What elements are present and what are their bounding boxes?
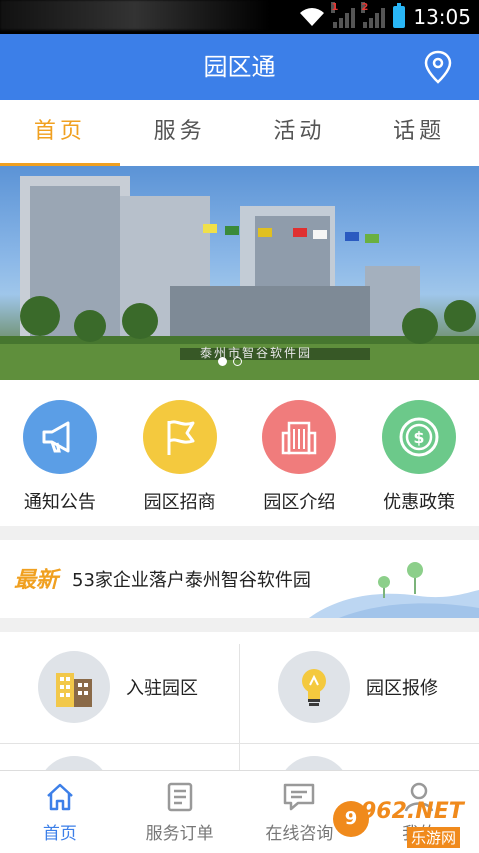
- service-label: 园区报修: [366, 678, 438, 699]
- quick-link-investment[interactable]: 园区招商: [120, 380, 240, 526]
- carousel-indicator: [218, 357, 242, 366]
- nav-home[interactable]: 首页: [0, 771, 120, 853]
- signal-sim2-icon: 2: [361, 2, 386, 28]
- flag-icon: [142, 400, 217, 474]
- notification-area: [0, 0, 270, 30]
- quick-link-label: 通知公告: [23, 492, 96, 513]
- quick-link-label: 园区介绍: [263, 492, 336, 513]
- quick-link-label: 园区招商: [143, 492, 216, 513]
- tab-activities[interactable]: 活动: [240, 100, 360, 166]
- nav-label: 首页: [42, 824, 77, 844]
- tab-topics[interactable]: 话题: [359, 100, 479, 166]
- megaphone-icon: [22, 400, 97, 474]
- quick-link-policy[interactable]: $ 优惠政策: [359, 380, 479, 526]
- service-grid: 入驻园区 园区报修: [0, 632, 479, 796]
- order-icon: [167, 782, 192, 812]
- battery-icon: [393, 3, 406, 28]
- nav-orders[interactable]: 服务订单: [120, 771, 240, 853]
- home-icon: [47, 783, 73, 811]
- status-time: 13:05: [413, 5, 471, 29]
- wifi-icon: [300, 8, 325, 26]
- banner-carousel[interactable]: 泰州市智谷软件园: [0, 166, 479, 380]
- grid-divider: [0, 743, 479, 744]
- sim1-badge: 1: [331, 2, 339, 13]
- carousel-dot[interactable]: [233, 357, 242, 366]
- banner-sign-text: 泰州市智谷软件园: [200, 346, 313, 360]
- service-enter-park[interactable]: 入驻园区: [0, 632, 239, 742]
- page-title: 园区通: [203, 53, 276, 81]
- nav-label: 服务订单: [145, 824, 214, 844]
- signal-sim1-icon: 1: [331, 2, 356, 28]
- carousel-dot[interactable]: [218, 357, 227, 366]
- tab-services[interactable]: 服务: [120, 100, 240, 166]
- watermark-logo: 9 962.NET 乐游网: [333, 799, 473, 849]
- watermark-text-bottom: 乐游网: [407, 827, 461, 848]
- service-repair[interactable]: 园区报修: [240, 632, 479, 742]
- coin-icon: $: [382, 400, 457, 474]
- building-icon: [262, 400, 337, 474]
- quick-link-label: 优惠政策: [383, 492, 456, 513]
- news-headline[interactable]: 53家企业落户泰州智谷软件园: [72, 566, 311, 592]
- svg-text:$: $: [414, 428, 425, 447]
- quick-link-intro[interactable]: 园区介绍: [240, 380, 360, 526]
- service-label: 入驻园区: [126, 678, 198, 699]
- quick-links: 通知公告 园区招商 园区介绍 $ 优惠政策: [0, 380, 479, 526]
- tab-home[interactable]: 首页: [0, 100, 120, 166]
- sim2-badge: 2: [361, 2, 369, 13]
- app-header: 园区通: [0, 34, 479, 100]
- quick-link-notice[interactable]: 通知公告: [0, 380, 120, 526]
- hills-decoration: [309, 562, 479, 618]
- top-tabs: 首页 服务 活动 话题: [0, 100, 479, 166]
- chat-icon: [284, 783, 315, 811]
- watermark-text-top: 962.NET: [361, 799, 464, 824]
- lightbulb-icon: [278, 651, 350, 723]
- grid-divider: [239, 644, 240, 772]
- buildings-icon: [38, 651, 110, 723]
- nav-label: 在线咨询: [265, 824, 334, 844]
- news-tag: 最新: [14, 568, 59, 593]
- news-ticker[interactable]: 最新 53家企业落户泰州智谷软件园: [0, 540, 479, 618]
- status-bar: 1 2 13:05: [0, 0, 479, 34]
- location-pin-icon[interactable]: [423, 50, 453, 84]
